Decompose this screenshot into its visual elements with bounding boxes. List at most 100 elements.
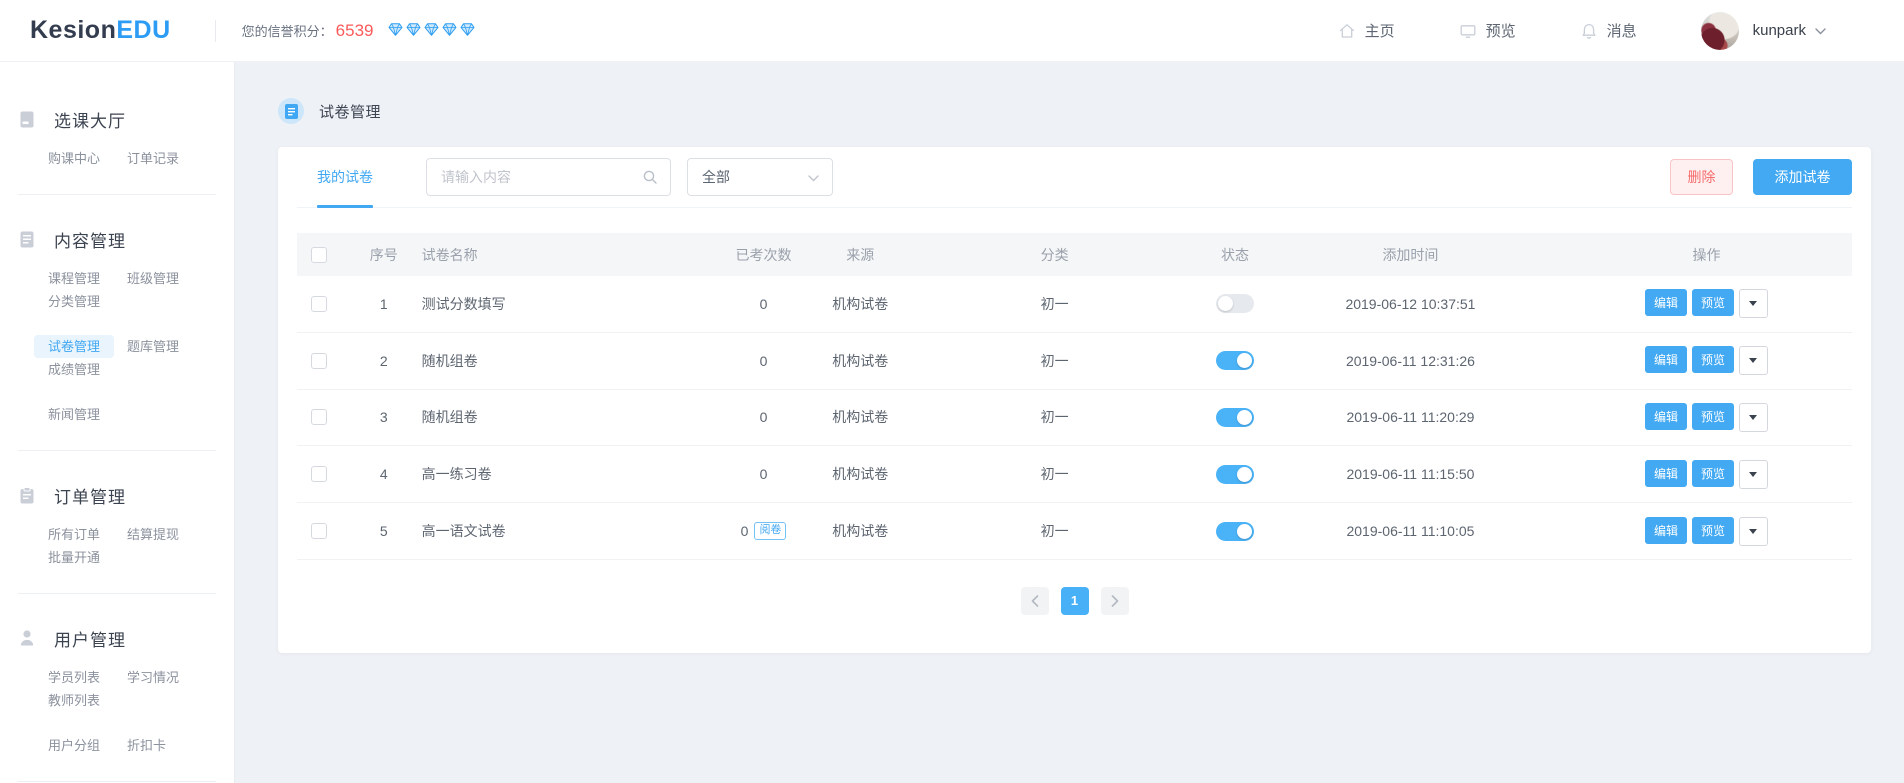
header-nav: 主页 预览 消息 kunpark [1338, 12, 1904, 50]
toolbar: 我的试卷 全部 删除 添加试卷 [297, 147, 1852, 208]
delete-button[interactable]: 删除 [1670, 159, 1733, 195]
column-header-试卷名称: 试卷名称 [417, 245, 706, 265]
book-icon [20, 111, 36, 128]
status-cell [1210, 351, 1260, 370]
sidebar-item-分类管理[interactable]: 分类管理 [48, 290, 127, 313]
added-time: 2019-06-12 10:37:51 [1260, 296, 1561, 312]
user-menu[interactable]: kunpark [1701, 12, 1826, 50]
sidebar-item-班级管理[interactable]: 班级管理 [127, 267, 206, 290]
sidebar-section-title-订单管理[interactable]: 订单管理 [18, 482, 216, 508]
page-header: 试卷管理 [278, 98, 1904, 124]
edit-button[interactable]: 编辑 [1645, 517, 1687, 544]
tab-my-papers[interactable]: 我的试卷 [317, 147, 373, 207]
caret-down-icon [1749, 301, 1757, 306]
column-header-序号: 序号 [351, 245, 417, 265]
sidebar-section: 订单管理所有订单结算提现批量开通 [18, 482, 216, 594]
sidebar-item-折扣卡[interactable]: 折扣卡 [127, 734, 206, 757]
search-icon[interactable] [642, 169, 658, 185]
sidebar-item-题库管理[interactable]: 题库管理 [127, 335, 206, 358]
sidebar-item-课程管理[interactable]: 课程管理 [48, 267, 127, 290]
marking-badge[interactable]: 阅卷 [754, 522, 786, 540]
nav-messages[interactable]: 消息 [1580, 20, 1637, 41]
nav-home[interactable]: 主页 [1338, 20, 1395, 41]
sidebar-item-结算提现[interactable]: 结算提现 [127, 523, 206, 546]
sidebar-item-批量开通[interactable]: 批量开通 [48, 546, 127, 569]
paper-source: 机构试卷 [821, 351, 899, 371]
credit-score-value: 6539 [336, 21, 374, 41]
sidebar-section-title-内容管理[interactable]: 内容管理 [18, 226, 216, 252]
row-index: 3 [351, 409, 417, 425]
more-actions-dropdown-button[interactable] [1739, 346, 1768, 375]
page-title: 试卷管理 [319, 101, 381, 122]
row-checkbox[interactable] [311, 523, 327, 539]
edit-button[interactable]: 编辑 [1645, 403, 1687, 430]
preview-button[interactable]: 预览 [1692, 289, 1734, 316]
add-paper-button[interactable]: 添加试卷 [1753, 159, 1852, 195]
row-checkbox[interactable] [311, 353, 327, 369]
preview-button[interactable]: 预览 [1692, 403, 1734, 430]
sidebar-section-label: 选课大厅 [54, 107, 126, 132]
paper-name: 随机组卷 [417, 407, 706, 427]
actions-cell: 编辑预览 [1561, 517, 1852, 546]
sidebar-item-新闻管理[interactable]: 新闻管理 [48, 403, 127, 426]
status-toggle[interactable] [1216, 522, 1254, 541]
status-toggle[interactable] [1216, 465, 1254, 484]
status-toggle[interactable] [1216, 408, 1254, 427]
exam-count-cell: 0 阅卷 [706, 522, 822, 540]
paper-name: 高一语文试卷 [417, 521, 706, 541]
sidebar-section-title-用户管理[interactable]: 用户管理 [18, 625, 216, 651]
sidebar-divider [18, 194, 216, 195]
sidebar-item-group: 课程管理班级管理分类管理 [18, 267, 208, 313]
table-row: 4高一练习卷0机构试卷初一2019-06-11 11:15:50编辑预览 [297, 446, 1852, 503]
pagination-page-1[interactable]: 1 [1061, 587, 1089, 615]
sidebar-item-试卷管理[interactable]: 试卷管理 [48, 335, 127, 358]
exam-count-value: 0 [741, 523, 749, 539]
document-icon [20, 231, 36, 248]
sidebar-section: 用户管理学员列表学习情况教师列表用户分组折扣卡 [18, 625, 216, 782]
pagination-next-button[interactable] [1101, 587, 1129, 615]
more-actions-dropdown-button[interactable] [1739, 460, 1768, 489]
exam-count-value: 0 [760, 296, 768, 312]
pagination-prev-button[interactable] [1021, 587, 1049, 615]
status-cell [1210, 294, 1260, 313]
avatar[interactable] [1701, 12, 1739, 50]
search-input[interactable] [441, 169, 642, 185]
status-toggle[interactable] [1216, 351, 1254, 370]
preview-button[interactable]: 预览 [1692, 460, 1734, 487]
preview-button[interactable]: 预览 [1692, 517, 1734, 544]
edit-button[interactable]: 编辑 [1645, 346, 1687, 373]
sidebar-item-购课中心[interactable]: 购课中心 [48, 147, 127, 170]
table-header-row: 序号试卷名称已考次数来源分类状态添加时间操作 [297, 233, 1852, 276]
edit-button[interactable]: 编辑 [1645, 289, 1687, 316]
diamond-icon [406, 23, 421, 39]
pagination: 1 [278, 587, 1871, 615]
nav-messages-label: 消息 [1607, 20, 1637, 41]
category-filter-select[interactable]: 全部 [687, 158, 833, 196]
edit-button[interactable]: 编辑 [1645, 460, 1687, 487]
more-actions-dropdown-button[interactable] [1739, 289, 1768, 318]
sidebar-item-学员列表[interactable]: 学员列表 [48, 666, 127, 689]
sidebar-item-成绩管理[interactable]: 成绩管理 [48, 358, 127, 381]
more-actions-dropdown-button[interactable] [1739, 517, 1768, 546]
column-header-添加时间: 添加时间 [1260, 245, 1561, 265]
sidebar-item-所有订单[interactable]: 所有订单 [48, 523, 127, 546]
more-actions-dropdown-button[interactable] [1739, 403, 1768, 432]
caret-down-icon [1749, 415, 1757, 420]
sidebar-item-教师列表[interactable]: 教师列表 [48, 689, 127, 712]
added-time: 2019-06-11 11:10:05 [1260, 523, 1561, 539]
row-checkbox[interactable] [311, 466, 327, 482]
sidebar-item-group: 购课中心订单记录 [18, 147, 208, 170]
preview-button[interactable]: 预览 [1692, 346, 1734, 373]
nav-preview[interactable]: 预览 [1459, 20, 1516, 41]
table-row: 5高一语文试卷0阅卷机构试卷初一2019-06-11 11:10:05编辑预览 [297, 503, 1852, 560]
sidebar-section-label: 用户管理 [54, 626, 126, 651]
sidebar-item-订单记录[interactable]: 订单记录 [127, 147, 206, 170]
row-checkbox[interactable] [311, 296, 327, 312]
row-checkbox[interactable] [311, 409, 327, 425]
select-all-checkbox[interactable] [311, 247, 327, 263]
row-index: 4 [351, 466, 417, 482]
sidebar-item-用户分组[interactable]: 用户分组 [48, 734, 127, 757]
sidebar-section-title-选课大厅[interactable]: 选课大厅 [18, 106, 216, 132]
sidebar-item-学习情况[interactable]: 学习情况 [127, 666, 206, 689]
status-toggle[interactable] [1216, 294, 1254, 313]
